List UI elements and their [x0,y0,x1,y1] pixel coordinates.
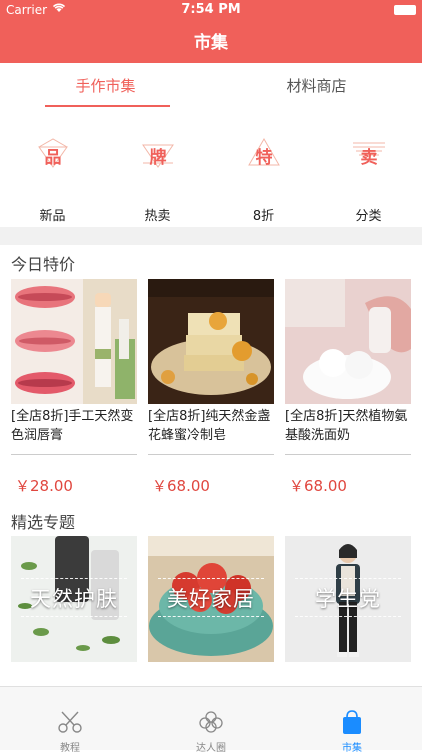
divider-line [285,454,411,455]
page-title: 市集 [194,33,228,53]
tabbar-label: 达人圈 [196,743,226,754]
quick-link-label: 分类 [355,209,382,224]
topic-label: 美好家居 [167,587,255,611]
topic-line-bottom [295,616,401,617]
tab-materials-store[interactable]: 材料商店 [211,75,422,96]
quick-link-label: 新品 [39,209,66,224]
product-name: [全店8折]手工天然变色润唇膏 [11,409,134,443]
topic-card-students[interactable]: 学生党 [285,536,411,662]
topic-line-top [295,578,401,579]
today-deals-title: 今日特价 [11,255,76,274]
product-image-lip-balm[interactable] [11,279,137,404]
stripes-icon: 卖 [350,137,388,169]
featured-topics-title: 精选专题 [11,513,76,532]
tab-handmade-market[interactable]: 手作市集 [0,75,211,96]
quick-link-discount[interactable]: 特 8折 [211,109,316,227]
scissors-icon [56,709,84,735]
cotton-flower-icon [197,709,225,735]
tabbar-label: 教程 [60,743,80,754]
triangle-icon: 牌 [139,137,177,169]
topic-line-bottom [21,616,127,617]
quick-link-label: 8折 [252,209,275,224]
tabbar-item-market[interactable]: 市集 [282,687,422,754]
divider-line [11,454,137,455]
product-price: ￥68.00 [289,477,347,495]
quick-link-label: 热卖 [144,209,171,224]
product-image-cleanser[interactable] [285,279,411,404]
status-bar: Carrier 7:54 PM [0,0,422,20]
active-tab-indicator [45,105,170,107]
topic-line-bottom [158,616,264,617]
battery-icon [394,5,416,15]
segment-tabs: 手作市集 材料商店 [0,63,422,109]
quick-link-glyph: 特 [255,148,273,168]
product-image-soap[interactable] [148,279,274,404]
topic-card-home[interactable]: 美好家居 [148,536,274,662]
shopping-bag-icon [338,709,366,735]
quick-link-category[interactable]: 卖 分类 [316,109,421,227]
product-name: [全店8折]天然植物氨基酸洗面奶 [285,409,408,443]
tabbar-item-community[interactable]: 达人圈 [141,687,281,754]
product-card-lip-balm[interactable]: [全店8折]手工天然变色润唇膏 ￥28.00 [11,279,137,499]
triangle-up-icon: 特 [245,137,283,169]
product-price: ￥68.00 [152,477,210,495]
quick-link-new[interactable]: 品 新品 [0,109,105,227]
topic-card-natural-skincare[interactable]: 天然护肤 [11,536,137,662]
quick-link-glyph: 品 [44,148,62,168]
product-price: ￥28.00 [15,477,73,495]
navigation-header: Carrier 7:54 PM 市集 [0,0,422,63]
topic-line-top [21,578,127,579]
quick-link-hot[interactable]: 牌 热卖 [105,109,210,227]
divider-line [148,454,274,455]
topic-line-top [158,578,264,579]
quick-links: 品 新品 牌 热卖 特 8折 卖 分类 [0,109,422,227]
quick-link-glyph: 卖 [360,148,378,168]
product-card-soap[interactable]: [全店8折]纯天然金盏花蜂蜜冷制皂 ￥68.00 [148,279,274,499]
section-divider [0,227,422,245]
product-name: [全店8折]纯天然金盏花蜂蜜冷制皂 [148,409,271,443]
tabbar-label: 市集 [342,743,362,754]
topic-label: 学生党 [315,587,381,611]
quick-link-glyph: 牌 [149,148,167,168]
product-card-cleanser[interactable]: [全店8折]天然植物氨基酸洗面奶 ￥68.00 [285,279,411,499]
tabbar-item-tutorials[interactable]: 教程 [0,687,140,754]
topic-label: 天然护肤 [30,587,118,611]
bottom-tab-bar: 教程 达人圈 市集 [0,686,422,754]
diamond-icon: 品 [34,137,72,169]
clock: 7:54 PM [181,2,241,17]
